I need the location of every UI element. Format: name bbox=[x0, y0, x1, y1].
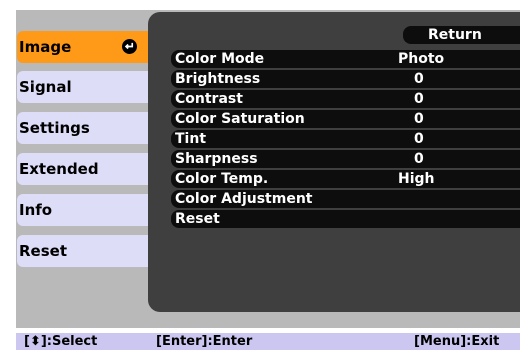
setting-label: Color Temp. bbox=[175, 171, 269, 187]
setting-value: High bbox=[398, 171, 435, 187]
setting-value: 0 bbox=[414, 71, 424, 87]
sidebar-item-signal[interactable]: Signal bbox=[17, 71, 155, 103]
setting-label: Color Saturation bbox=[175, 111, 305, 127]
sidebar-item-label: Extended bbox=[19, 160, 99, 178]
enter-icon bbox=[122, 39, 137, 54]
enter-hint: [Enter]:Enter bbox=[156, 334, 253, 349]
setting-value: 0 bbox=[414, 131, 424, 147]
setting-row-color-adjustment[interactable]: Color Adjustment bbox=[171, 190, 520, 208]
sidebar-item-label: Reset bbox=[19, 242, 67, 260]
sidebar-item-label: Settings bbox=[19, 119, 90, 137]
setting-row-brightness[interactable]: Brightness 0 bbox=[171, 70, 520, 88]
exit-hint: [Menu]:Exit bbox=[414, 334, 500, 349]
sidebar-item-label: Signal bbox=[19, 78, 72, 96]
setting-label: Contrast bbox=[175, 91, 243, 107]
setting-row-reset[interactable]: Reset bbox=[171, 210, 520, 228]
sidebar-item-extended[interactable]: Extended bbox=[17, 153, 155, 185]
sidebar-item-reset[interactable]: Reset bbox=[17, 235, 155, 267]
select-hint: [⬍]:Select bbox=[24, 334, 98, 349]
setting-value: 0 bbox=[414, 111, 424, 127]
setting-row-color-mode[interactable]: Color Mode Photo bbox=[171, 50, 520, 68]
settings-panel: Return Color Mode Photo Brightness 0 Con… bbox=[148, 12, 520, 312]
return-button[interactable]: Return bbox=[403, 26, 520, 44]
setting-value: Photo bbox=[398, 51, 445, 67]
sidebar-item-settings[interactable]: Settings bbox=[17, 112, 155, 144]
setting-label: Reset bbox=[175, 211, 220, 227]
sidebar-item-image[interactable]: Image bbox=[17, 31, 155, 63]
key-hint-bar: [⬍]:Select [Enter]:Enter [Menu]:Exit bbox=[16, 333, 520, 350]
setting-label: Sharpness bbox=[175, 151, 258, 167]
sidebar-item-label: Image bbox=[19, 38, 72, 56]
sidebar-item-label: Info bbox=[19, 201, 53, 219]
setting-row-sharpness[interactable]: Sharpness 0 bbox=[171, 150, 520, 168]
setting-value: 0 bbox=[414, 91, 424, 107]
setting-label: Color Mode bbox=[175, 51, 265, 67]
setting-label: Color Adjustment bbox=[175, 191, 313, 207]
projector-menu: Image Signal Settings Extended Info Rese… bbox=[16, 10, 520, 328]
setting-row-contrast[interactable]: Contrast 0 bbox=[171, 90, 520, 108]
setting-label: Tint bbox=[175, 131, 207, 147]
sidebar-item-info[interactable]: Info bbox=[17, 194, 155, 226]
setting-value: 0 bbox=[414, 151, 424, 167]
setting-label: Brightness bbox=[175, 71, 261, 87]
setting-row-color-temp[interactable]: Color Temp. High bbox=[171, 170, 520, 188]
setting-row-color-saturation[interactable]: Color Saturation 0 bbox=[171, 110, 520, 128]
setting-row-tint[interactable]: Tint 0 bbox=[171, 130, 520, 148]
